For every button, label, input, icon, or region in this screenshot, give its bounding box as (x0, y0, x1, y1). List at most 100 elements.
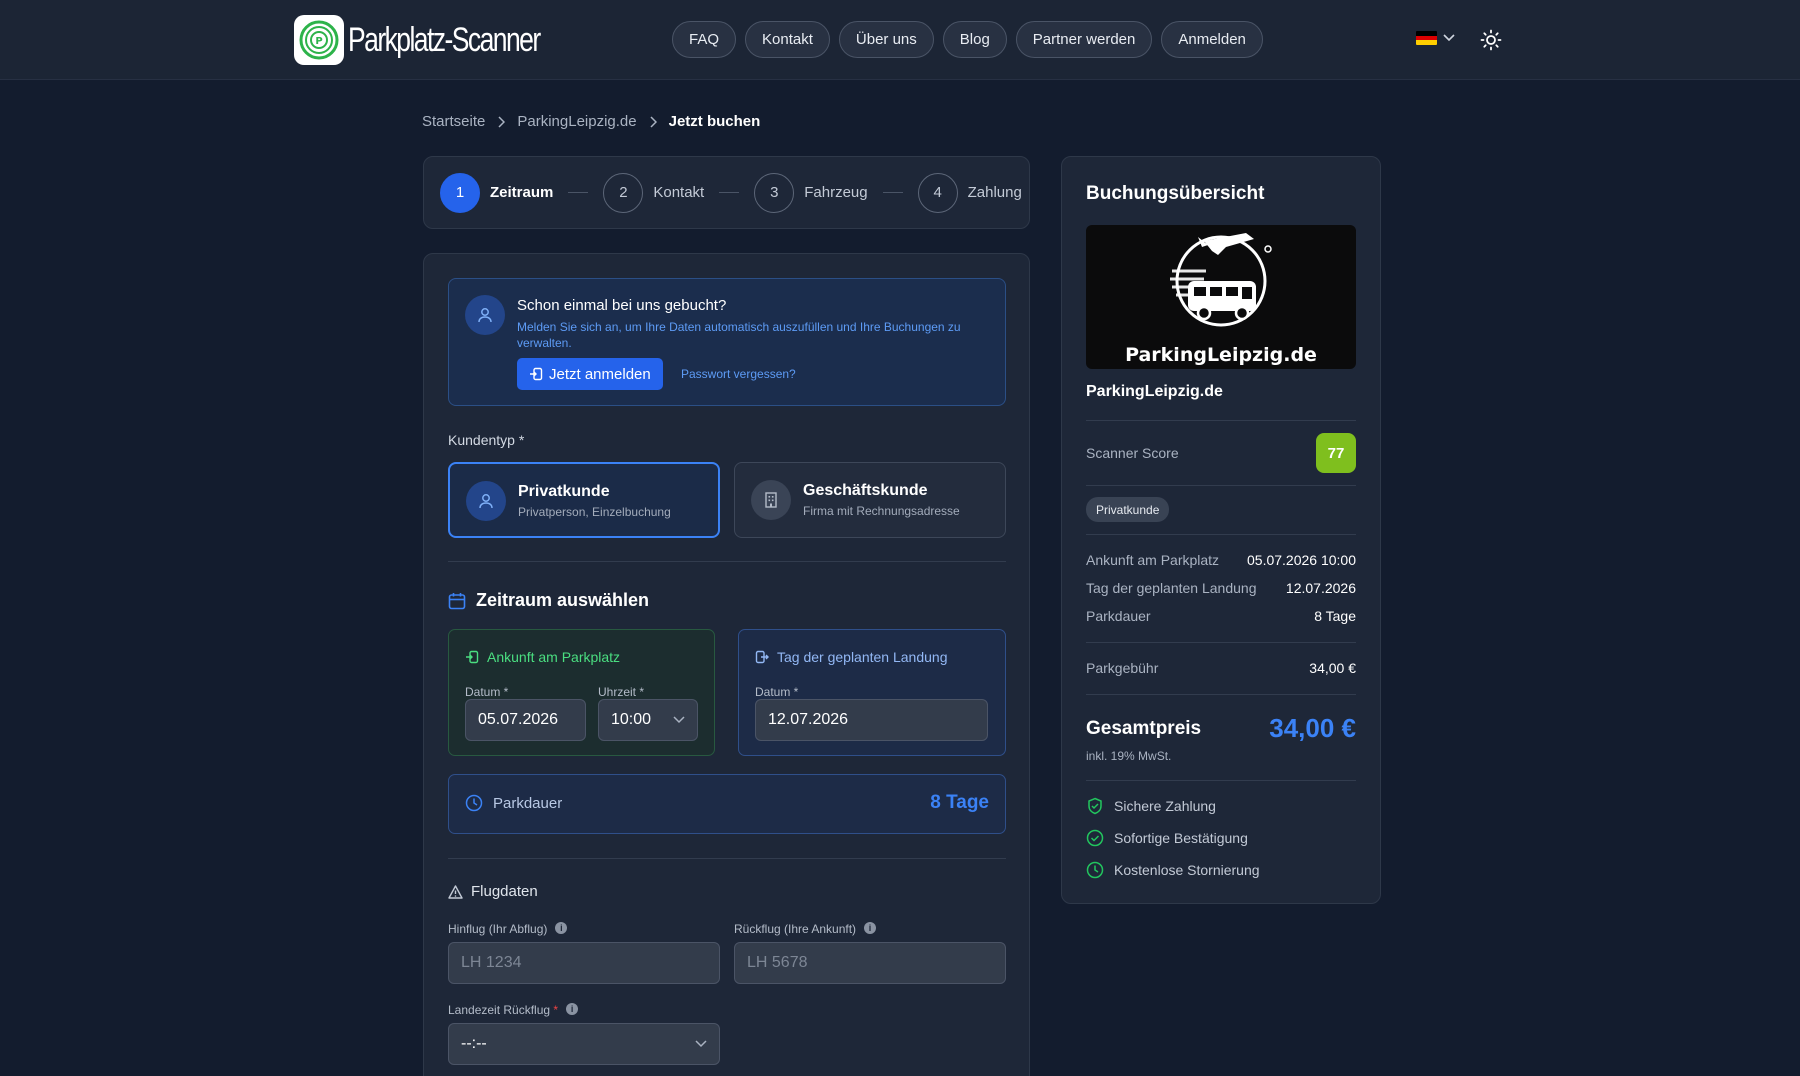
summary-fee-row: Parkgebühr 34,00 € (1086, 660, 1356, 676)
customer-type-business[interactable]: Geschäftskunde Firma mit Rechnungsadress… (734, 462, 1006, 538)
calendar-icon (448, 592, 466, 609)
login-button[interactable]: Jetzt anmelden (517, 358, 663, 390)
step-number: 2 (603, 172, 644, 213)
parking-duration-label: Parkdauer (465, 794, 562, 812)
feature-free-cancellation: Kostenlose Stornierung (1086, 861, 1260, 879)
booking-summary: Buchungsübersicht ParkingLeipzig.de Park… (1061, 156, 1381, 904)
login-icon (466, 650, 479, 664)
nav-kontakt[interactable]: Kontakt (745, 21, 830, 58)
scanner-score-badge: 77 (1316, 433, 1356, 473)
nav-anmelden[interactable]: Anmelden (1161, 21, 1263, 58)
step-number: 4 (917, 172, 958, 213)
login-icon (530, 367, 543, 381)
summary-fee-value: 34,00 € (1309, 660, 1356, 676)
forgot-password-link[interactable]: Passwort vergessen? (681, 367, 796, 381)
warning-triangle-icon (448, 884, 463, 899)
step-number: 1 (440, 172, 480, 213)
arrival-time-select[interactable]: 10:00 (598, 699, 698, 741)
required-marker: * (553, 1003, 559, 1017)
arrival-title: Ankunft am Parkplatz (465, 649, 620, 665)
divider (1086, 534, 1356, 535)
top-navigation-bar: P Parkplatz-Scanner FAQ Kontakt Über uns… (0, 0, 1800, 80)
period-section-title: Zeitraum auswählen (476, 590, 650, 610)
customer-type-subtitle: Privatperson, Einzelbuchung (518, 505, 671, 519)
nav-blog[interactable]: Blog (942, 21, 1007, 58)
summary-landing-row: Tag der geplanten Landung 12.07.2026 (1086, 580, 1356, 596)
step-label: Fahrzeug (804, 184, 868, 201)
logout-icon (755, 650, 769, 664)
landing-box: Tag der geplanten Landung Datum * 12.07.… (738, 629, 1006, 756)
info-icon[interactable]: i (864, 922, 877, 934)
nav-partner-werden[interactable]: Partner werden (1015, 21, 1153, 58)
step-fahrzeug[interactable]: 3 Fahrzeug (754, 172, 868, 213)
parking-duration-value: 8 Tage (930, 792, 989, 813)
arrival-time-label: Uhrzeit * (598, 685, 645, 699)
summary-arrival-value: 05.07.2026 10:00 (1247, 552, 1356, 568)
landing-date-input[interactable]: 12.07.2026 (755, 699, 988, 741)
outbound-flight-input[interactable]: LH 1234 (448, 942, 720, 984)
step-zeitraum[interactable]: 1 Zeitraum (440, 172, 553, 213)
step-separator (719, 192, 740, 193)
return-flight-input[interactable]: LH 5678 (734, 942, 1006, 984)
booking-form-card: Schon einmal bei uns gebucht? Melden Sie… (423, 253, 1030, 1076)
info-icon[interactable]: i (555, 922, 568, 934)
chevron-down-icon (695, 1040, 707, 1048)
provider-name: ParkingLeipzig.de (1086, 383, 1223, 400)
arrival-title-text: Ankunft am Parkplatz (487, 649, 621, 665)
step-zahlung[interactable]: 4 Zahlung (917, 172, 1022, 213)
svg-text:P: P (315, 36, 322, 47)
landing-time-label: Landezeit Rückflug * i (448, 1003, 579, 1017)
summary-title: Buchungsübersicht (1086, 183, 1265, 204)
user-icon (465, 295, 505, 335)
shield-check-icon (1088, 797, 1102, 815)
feature-label: Sichere Zahlung (1114, 798, 1216, 814)
customer-type-private[interactable]: Privatkunde Privatperson, Einzelbuchung (448, 462, 720, 538)
login-title: Schon einmal bei uns gebucht? (517, 297, 727, 314)
summary-landing-value: 12.07.2026 (1285, 580, 1356, 596)
arrival-time-value: 10:00 (611, 711, 652, 728)
vat-note: inkl. 19% MwSt. (1086, 749, 1172, 763)
user-icon (466, 481, 506, 521)
summary-landing-label: Tag der geplanten Landung (1086, 580, 1257, 596)
summary-duration-label: Parkdauer (1086, 608, 1151, 624)
arrival-date-label: Datum * (465, 685, 509, 699)
feature-secure-payment: Sichere Zahlung (1086, 797, 1216, 815)
landing-title-text: Tag der geplanten Landung (777, 649, 948, 665)
language-selector[interactable] (1416, 31, 1455, 45)
landing-time-select[interactable]: --:-- (448, 1023, 720, 1065)
site-logo[interactable]: P Parkplatz-Scanner (294, 15, 594, 65)
step-label: Zahlung (967, 184, 1022, 201)
flight-section-title: Flugdaten (471, 883, 538, 900)
nav-ueber-uns[interactable]: Über uns (838, 21, 934, 58)
landing-date-label: Datum * (755, 685, 799, 699)
breadcrumb-provider[interactable]: ParkingLeipzig.de (517, 113, 636, 130)
customer-type-pill: Privatkunde (1086, 497, 1170, 522)
parking-duration-box: Parkdauer 8 Tage (448, 774, 1006, 834)
feature-label: Sofortige Bestätigung (1114, 830, 1248, 846)
booking-stepper: 1 Zeitraum 2 Kontakt 3 Fahrzeug 4 Zahlun… (423, 156, 1030, 229)
provider-image: ParkingLeipzig.de (1086, 225, 1356, 369)
chevron-down-icon (1443, 34, 1455, 42)
breadcrumb-current: Jetzt buchen (668, 113, 761, 130)
total-price-label: Gesamtpreis (1086, 718, 1202, 739)
total-price-value: 34,00 € (1269, 713, 1356, 743)
step-separator (568, 192, 589, 193)
arrival-date-input[interactable]: 05.07.2026 (465, 699, 586, 741)
period-section-heading: Zeitraum auswählen (448, 590, 649, 611)
customer-type-subtitle: Firma mit Rechnungsadresse (803, 504, 960, 518)
breadcrumb-home[interactable]: Startseite (422, 113, 485, 130)
landing-title: Tag der geplanten Landung (755, 649, 947, 665)
chevron-right-icon (650, 115, 657, 128)
divider (1086, 694, 1356, 695)
info-icon[interactable]: i (566, 1003, 579, 1015)
customer-type-title: Geschäftskunde (803, 482, 928, 499)
outbound-flight-label: Hinflug (Ihr Abflug) i (448, 922, 568, 936)
divider (1086, 485, 1356, 486)
summary-duration-value: 8 Tage (1314, 608, 1356, 624)
nav-faq[interactable]: FAQ (672, 21, 737, 58)
step-kontakt[interactable]: 2 Kontakt (603, 172, 704, 213)
login-prompt: Schon einmal bei uns gebucht? Melden Sie… (448, 278, 1006, 406)
scanner-score-row: Scanner Score 77 (1086, 433, 1356, 473)
theme-toggle-sun-icon[interactable] (1480, 29, 1502, 56)
main-nav: FAQ Kontakt Über uns Blog Partner werden… (672, 21, 1263, 58)
